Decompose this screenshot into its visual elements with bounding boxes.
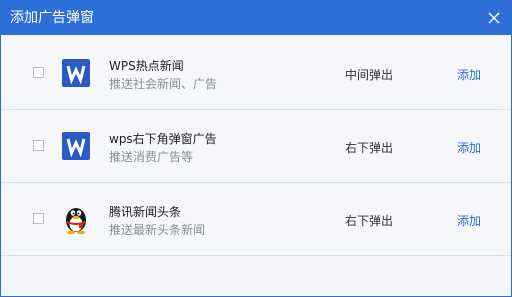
wps-logo-icon [62, 132, 90, 160]
item-description: 推送消费广告等 [109, 150, 194, 164]
add-link[interactable]: 添加 [457, 68, 481, 82]
popup-mode: 右下弹出 [345, 214, 394, 228]
select-checkbox[interactable] [33, 213, 44, 224]
title-bar: 添加广告弹窗 [1, 1, 511, 35]
add-link[interactable]: 添加 [457, 214, 481, 228]
close-icon [488, 12, 500, 24]
popup-mode: 中间弹出 [345, 68, 394, 82]
item-name: wps右下角弹窗广告 [109, 132, 217, 146]
item-description: 推送社会新闻、广告 [109, 77, 218, 91]
ad-list: WPS热点新闻 推送社会新闻、广告 中间弹出 添加 wps右下角弹窗广告 推送消… [1, 35, 511, 256]
close-button[interactable] [483, 7, 505, 29]
list-item: 腾讯新闻头条 推送最新头条新闻 右下弹出 添加 [1, 183, 511, 256]
item-name: WPS热点新闻 [109, 59, 184, 73]
item-description: 推送最新头条新闻 [109, 223, 206, 237]
add-ad-popup-dialog: 添加广告弹窗 WPS热点新闻 推送社会新闻、广告 中间弹出 添加 wps右下角弹… [0, 0, 512, 297]
select-checkbox[interactable] [33, 140, 44, 151]
list-item: WPS热点新闻 推送社会新闻、广告 中间弹出 添加 [1, 35, 511, 110]
select-checkbox[interactable] [33, 67, 44, 78]
wps-logo-icon [62, 59, 90, 87]
qq-penguin-icon [62, 203, 90, 235]
dialog-title: 添加广告弹窗 [10, 10, 94, 26]
popup-mode: 右下弹出 [345, 141, 394, 155]
add-link[interactable]: 添加 [457, 141, 481, 155]
list-item: wps右下角弹窗广告 推送消费广告等 右下弹出 添加 [1, 110, 511, 183]
item-name: 腾讯新闻头条 [109, 205, 182, 219]
